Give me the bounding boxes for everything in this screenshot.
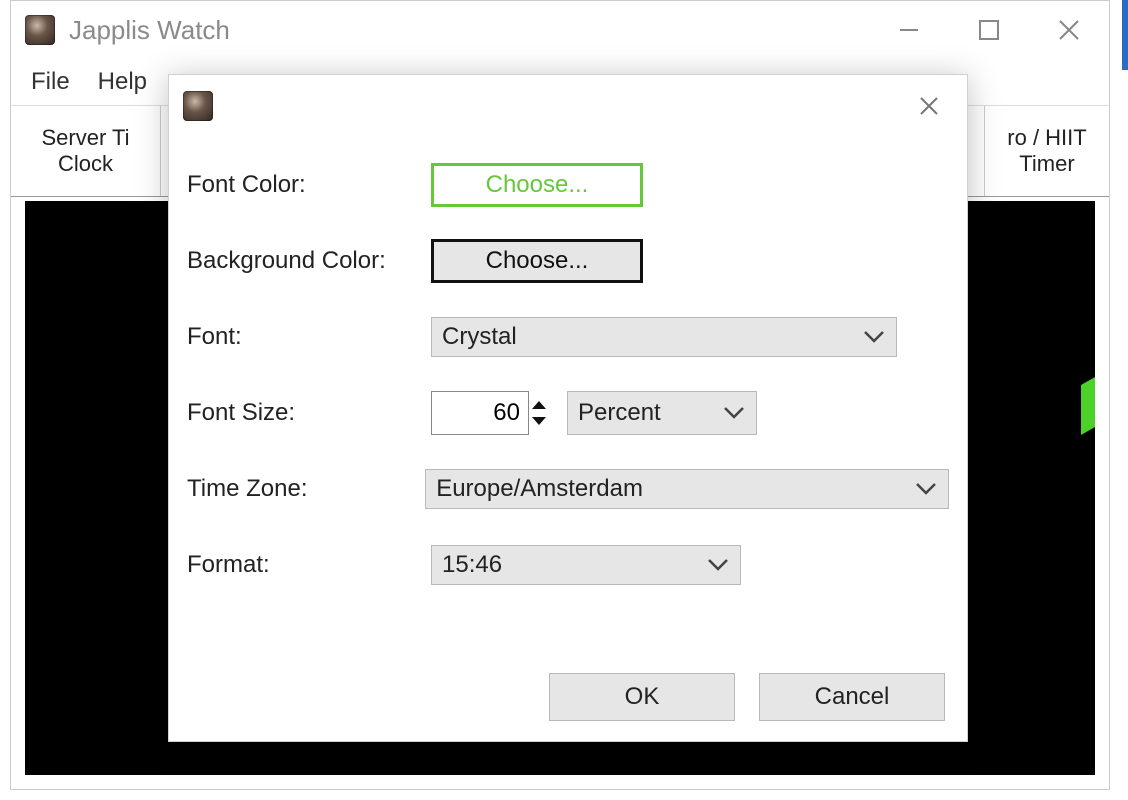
menu-file[interactable]: File bbox=[17, 62, 84, 102]
dialog-footer: OK Cancel bbox=[549, 673, 945, 721]
spinner-down-button[interactable] bbox=[529, 413, 549, 429]
chevron-down-icon bbox=[722, 405, 746, 421]
close-icon bbox=[918, 95, 940, 117]
settings-dialog: Font Color: Choose... Background Color: … bbox=[168, 74, 968, 742]
tab-label-line2: Clock bbox=[58, 151, 113, 177]
spinner-up-button[interactable] bbox=[529, 397, 549, 413]
titlebar: Japplis Watch bbox=[11, 1, 1109, 59]
format-dropdown[interactable]: 15:46 bbox=[431, 545, 741, 585]
font-size-input[interactable] bbox=[431, 391, 529, 435]
label-font-size: Font Size: bbox=[187, 399, 431, 427]
font-dropdown[interactable]: Crystal bbox=[431, 317, 897, 357]
button-label: Choose... bbox=[486, 247, 589, 275]
label-font: Font: bbox=[187, 323, 431, 351]
dialog-close-button[interactable] bbox=[899, 81, 959, 131]
window-edge-accent bbox=[1122, 0, 1128, 70]
label-time-zone: Time Zone: bbox=[187, 475, 425, 503]
ok-button[interactable]: OK bbox=[549, 673, 735, 721]
label-format: Format: bbox=[187, 551, 431, 579]
tab-label-line1: ro / HIIT bbox=[1007, 125, 1086, 151]
dropdown-value: Crystal bbox=[442, 323, 854, 351]
label-bg-color: Background Color: bbox=[187, 247, 431, 275]
app-icon bbox=[25, 15, 55, 45]
close-button[interactable] bbox=[1029, 1, 1109, 59]
tab-pomodoro-hiit-timer[interactable]: ro / HIIT Timer bbox=[984, 106, 1109, 196]
button-label: Cancel bbox=[815, 683, 890, 711]
choose-bg-color-button[interactable]: Choose... bbox=[431, 239, 643, 283]
row-font-color: Font Color: Choose... bbox=[187, 147, 949, 223]
row-font-size: Font Size: Percent bbox=[187, 375, 949, 451]
menu-help[interactable]: Help bbox=[84, 62, 161, 102]
cancel-button[interactable]: Cancel bbox=[759, 673, 945, 721]
choose-font-color-button[interactable]: Choose... bbox=[431, 163, 643, 207]
label-font-color: Font Color: bbox=[187, 171, 431, 199]
chevron-down-icon bbox=[706, 557, 730, 573]
dropdown-value: Percent bbox=[578, 399, 714, 427]
tab-label-line2: Timer bbox=[1019, 151, 1074, 177]
row-format: Format: 15:46 bbox=[187, 527, 949, 603]
close-icon bbox=[1057, 18, 1081, 42]
chevron-down-icon bbox=[914, 481, 938, 497]
triangle-down-icon bbox=[531, 416, 547, 426]
clock-digit-fragment bbox=[1081, 377, 1095, 435]
font-size-unit-dropdown[interactable]: Percent bbox=[567, 391, 757, 435]
minimize-icon bbox=[898, 19, 920, 41]
triangle-up-icon bbox=[531, 400, 547, 410]
dialog-app-icon bbox=[183, 91, 213, 121]
row-bg-color: Background Color: Choose... bbox=[187, 223, 949, 299]
tab-server-time-clock[interactable]: Server Ti Clock bbox=[11, 106, 161, 196]
dropdown-value: 15:46 bbox=[442, 551, 698, 579]
row-time-zone: Time Zone: Europe/Amsterdam bbox=[187, 451, 949, 527]
window-title: Japplis Watch bbox=[69, 15, 869, 46]
maximize-icon bbox=[978, 19, 1000, 41]
row-font: Font: Crystal bbox=[187, 299, 949, 375]
font-size-spinner bbox=[431, 391, 549, 435]
dropdown-value: Europe/Amsterdam bbox=[436, 475, 906, 503]
minimize-button[interactable] bbox=[869, 1, 949, 59]
maximize-button[interactable] bbox=[949, 1, 1029, 59]
dialog-body: Font Color: Choose... Background Color: … bbox=[169, 137, 967, 603]
button-label: Choose... bbox=[486, 171, 589, 199]
tab-label-line1: Server Ti bbox=[41, 125, 129, 151]
dialog-titlebar bbox=[169, 75, 967, 137]
time-zone-dropdown[interactable]: Europe/Amsterdam bbox=[425, 469, 949, 509]
button-label: OK bbox=[625, 683, 660, 711]
chevron-down-icon bbox=[862, 329, 886, 345]
